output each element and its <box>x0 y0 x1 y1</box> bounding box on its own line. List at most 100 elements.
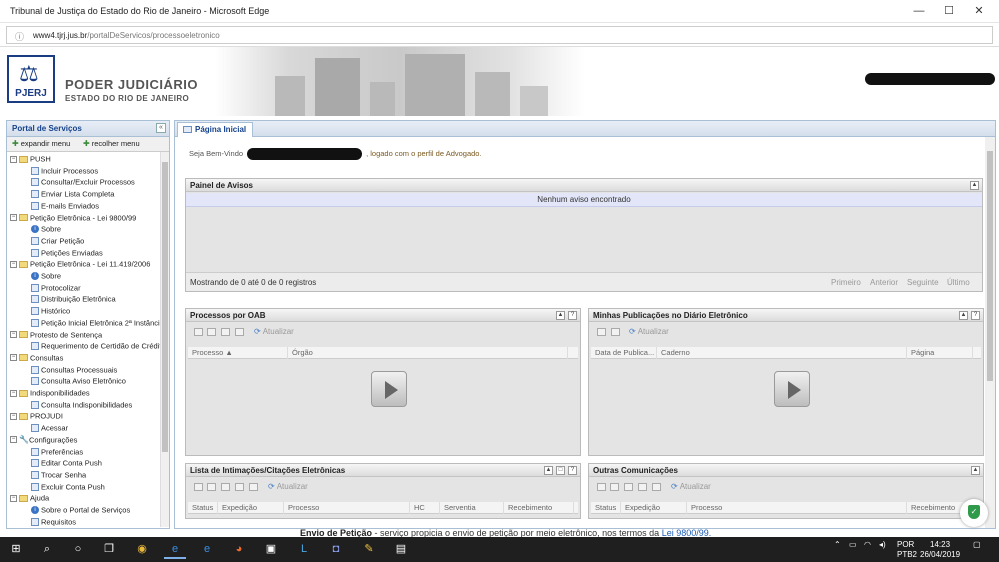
tree-collapse-icon[interactable]: − <box>10 436 17 444</box>
collapse-processos-button[interactable]: ▲ <box>556 311 565 320</box>
tray-chevron-icon[interactable]: ⌃ <box>834 540 841 549</box>
notifications-icon[interactable]: ▢ <box>973 540 981 549</box>
taskbar-clock[interactable]: 14:23 26/04/2019 <box>920 540 960 560</box>
view-icon[interactable] <box>207 483 216 491</box>
collapse-menu-button[interactable]: ✚ recolher menu <box>83 139 140 148</box>
col-orgao[interactable]: Órgão <box>288 347 568 359</box>
help-publicacoes-button[interactable]: ? <box>971 311 980 320</box>
sidebar-item-ajuda[interactable]: − Ajuda <box>10 493 49 505</box>
maximize-intimacoes-button[interactable]: □ <box>556 466 565 475</box>
maximize-button[interactable]: ☐ <box>934 0 964 23</box>
sidebar-item-push[interactable]: − PUSH <box>10 154 51 166</box>
col-serventia[interactable]: Serventia <box>440 502 504 514</box>
play-video-icon[interactable] <box>371 371 407 407</box>
site-info-icon[interactable]: ⓘ <box>15 30 24 43</box>
col-data-publicacao[interactable]: Data de Publica... <box>591 347 657 359</box>
collapse-outras-button[interactable]: ▲ <box>971 466 980 475</box>
col-status[interactable]: Status <box>591 502 621 514</box>
refresh-processos-button[interactable]: ⟳ Atualizar <box>254 327 294 336</box>
export-icon[interactable] <box>235 483 244 491</box>
print-icon[interactable] <box>652 483 661 491</box>
export-icon[interactable] <box>221 328 230 336</box>
edge-icon-2[interactable]: e <box>196 540 218 559</box>
refresh-publicacoes-button[interactable]: ⟳ Atualizar <box>629 327 669 336</box>
sidebar-item-acessar[interactable]: Acessar <box>31 423 68 435</box>
pager-next[interactable]: Seguinte <box>907 278 939 287</box>
sidebar-item-enviar-lista-completa[interactable]: Enviar Lista Completa <box>31 189 114 201</box>
sidebar-scrollbar[interactable] <box>160 152 169 527</box>
refresh-outras-button[interactable]: ⟳ Atualizar <box>671 482 711 491</box>
new-icon[interactable] <box>194 483 203 491</box>
sidebar-item-sobre-o-portal-de-servicos[interactable]: i Sobre o Portal de Serviços <box>31 505 130 517</box>
edge-icon[interactable]: e <box>164 540 186 559</box>
sidebar-item-peticao-eletronica-lei-9800-99[interactable]: − Petição Eletrônica - Lei 9800/99 <box>10 213 136 225</box>
expand-menu-button[interactable]: ✚ expandir menu <box>12 139 70 148</box>
col-processo[interactable]: Processo <box>284 502 410 514</box>
sidebar-item-projudi[interactable]: − PROJUDI <box>10 411 63 423</box>
sidebar-item-sobre[interactable]: i Sobre <box>31 271 61 283</box>
url-text[interactable]: www4.tjrj.jus.br/portalDeServicos/proces… <box>33 31 220 40</box>
sidebar-item-e-mails-enviados[interactable]: E-mails Enviados <box>31 201 99 213</box>
sidebar-item-requerimento-de-certidao-de-credito[interactable]: Requerimento de Certidão de Crédito <box>31 341 160 353</box>
pager-last[interactable]: Último <box>947 278 970 287</box>
app-l-icon[interactable]: L <box>293 540 315 559</box>
tree-collapse-icon[interactable]: − <box>10 494 17 502</box>
pager-previous[interactable]: Anterior <box>870 278 898 287</box>
main-scrollbar[interactable] <box>985 137 995 528</box>
new-icon[interactable] <box>194 328 203 336</box>
security-shield-badge[interactable]: ✓ <box>960 499 988 527</box>
sidebar-item-trocar-senha[interactable]: Trocar Senha <box>31 470 86 482</box>
add-icon[interactable] <box>624 483 633 491</box>
print-icon[interactable] <box>249 483 258 491</box>
start-icon[interactable]: ⊞ <box>5 540 27 559</box>
sidebar-item-consultar-excluir-processos[interactable]: Consultar/Excluir Processos <box>31 177 135 189</box>
sidebar-item-preferencias[interactable]: Preferências <box>31 447 83 459</box>
col-expedicao[interactable]: Expedição <box>218 502 284 514</box>
sidebar-item-protocolizar[interactable]: Protocolizar <box>31 283 81 295</box>
col-processo[interactable]: Processo ▲ <box>188 347 288 359</box>
collapse-avisos-button[interactable]: ▲ <box>970 181 979 190</box>
col-pagina[interactable]: Página <box>907 347 973 359</box>
minimize-button[interactable]: — <box>904 0 934 23</box>
sidebar-item-peticao-eletronica-lei-11-419-2006[interactable]: − Petição Eletrônica - Lei 11.419/2006 <box>10 259 150 271</box>
tree-collapse-icon[interactable]: − <box>10 354 17 362</box>
tree-collapse-icon[interactable]: − <box>10 260 17 268</box>
help-intimacoes-button[interactable]: ? <box>568 466 577 475</box>
pager-first[interactable]: Primeiro <box>831 278 861 287</box>
search-icon[interactable]: ⌕ <box>36 540 58 559</box>
sidebar-item-peticao-inicial-eletronica-2-instancia[interactable]: Petição Inicial Eletrônica 2ª Instância <box>31 318 160 330</box>
app-icon-2[interactable]: ▤ <box>390 540 412 559</box>
sidebar-item-historico[interactable]: Histórico <box>31 306 70 318</box>
help-processos-button[interactable]: ? <box>568 311 577 320</box>
col-processo[interactable]: Processo <box>687 502 907 514</box>
chrome-icon[interactable]: ◉ <box>131 540 153 559</box>
sidebar-item-consultas[interactable]: − Consultas <box>10 353 63 365</box>
sidebar-item-distribuicao-eletronica[interactable]: Distribuição Eletrônica <box>31 294 116 306</box>
cortana-icon[interactable]: ○ <box>67 540 89 559</box>
sidebar-item-incluir-processos[interactable]: Incluir Processos <box>31 166 98 178</box>
sidebar-item-consultas-processuais[interactable]: Consultas Processuais <box>31 365 117 377</box>
sidebar-item-protesto-de-sentenca[interactable]: − Protesto de Sentença <box>10 330 102 342</box>
sidebar-item-excluir-conta-push[interactable]: Excluir Conta Push <box>31 482 105 494</box>
col-hc[interactable]: HC <box>410 502 440 514</box>
collapse-sidebar-button[interactable]: « <box>156 123 166 133</box>
task-view-icon[interactable]: ❐ <box>98 540 120 559</box>
sidebar-item-configuracoes[interactable]: − 🔧Configurações <box>10 435 77 447</box>
sidebar-item-indisponibilidades[interactable]: − Indisponibilidades <box>10 388 90 400</box>
print-icon[interactable] <box>611 328 620 336</box>
tree-collapse-icon[interactable]: − <box>10 214 17 222</box>
url-field[interactable]: ⓘ www4.tjrj.jus.br/portalDeServicos/proc… <box>6 26 993 44</box>
print-icon[interactable] <box>235 328 244 336</box>
sidebar-item-criar-peticao[interactable]: Criar Petição <box>31 236 84 248</box>
tab-pagina-inicial[interactable]: Página Inicial <box>177 122 254 137</box>
sidebar-item-editar-conta-push[interactable]: Editar Conta Push <box>31 458 102 470</box>
tree-collapse-icon[interactable]: − <box>10 389 17 397</box>
sidebar-item-requisitos[interactable]: Requisitos <box>31 517 76 527</box>
volume-icon[interactable]: ◂) <box>879 540 886 549</box>
app-icon[interactable]: ✎ <box>358 540 380 559</box>
collapse-publicacoes-button[interactable]: ▲ <box>959 311 968 320</box>
col-recebimento[interactable]: Recebimento <box>504 502 574 514</box>
network-icon[interactable]: ◠ <box>864 540 871 549</box>
sidebar-item-consulta-indisponibilidades[interactable]: Consulta Indisponibilidades <box>31 400 132 412</box>
tree-collapse-icon[interactable]: − <box>10 331 17 339</box>
